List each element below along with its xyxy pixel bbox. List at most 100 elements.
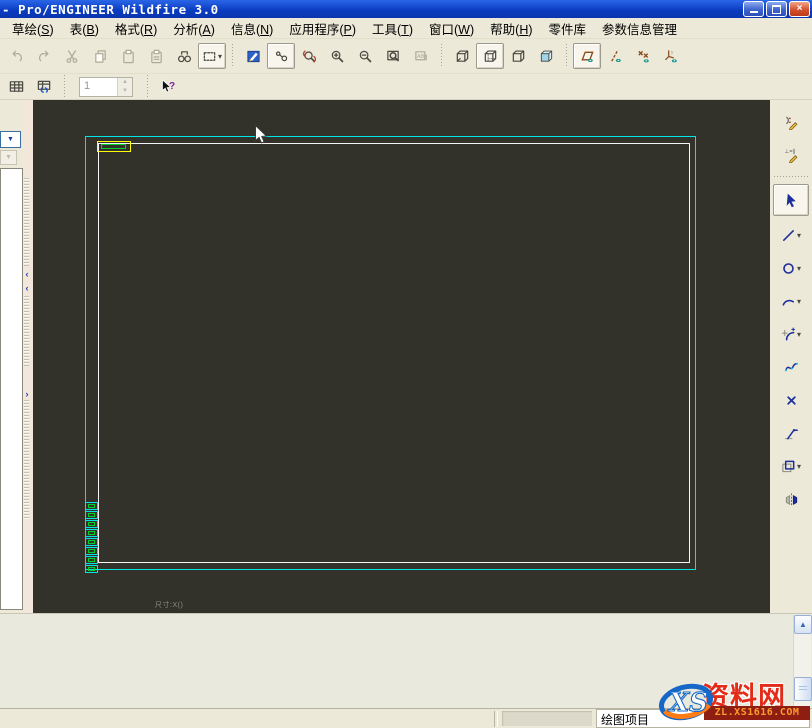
zoom-in-icon bbox=[330, 49, 345, 64]
zoom-fit-icon bbox=[386, 49, 401, 64]
menu-item-5[interactable]: 应用程序(P) bbox=[281, 18, 364, 39]
fillet-tool-button[interactable]: ▾ bbox=[775, 320, 807, 348]
datum-point-icon bbox=[636, 49, 651, 64]
menu-item-8[interactable]: 帮助(H) bbox=[482, 18, 540, 39]
chevron-down-icon: ▼ bbox=[7, 136, 14, 143]
menu-item-9[interactable]: 零件库 bbox=[541, 18, 595, 39]
menu-item-2[interactable]: 格式(R) bbox=[107, 18, 165, 39]
paste-icon bbox=[121, 49, 136, 64]
menu-item-10[interactable]: 参数信息管理 bbox=[594, 18, 685, 39]
sash-handle[interactable] bbox=[24, 178, 29, 266]
svg-text:?: ? bbox=[169, 81, 175, 92]
circle-tool-button[interactable]: ▾ bbox=[775, 254, 807, 282]
offset-tool-button[interactable]: ▾ bbox=[775, 452, 807, 480]
zoom-out-button[interactable] bbox=[351, 43, 379, 69]
table-button[interactable] bbox=[2, 75, 30, 98]
hidden-line-view-button[interactable] bbox=[476, 43, 504, 69]
minimize-icon bbox=[749, 11, 758, 13]
zoom-in-button[interactable] bbox=[323, 43, 351, 69]
line-tool-button[interactable]: ▾ bbox=[775, 221, 807, 249]
repaint-icon bbox=[246, 49, 261, 64]
drawing-canvas[interactable]: 尺寸:X() bbox=[33, 100, 770, 613]
toolbar-separator bbox=[61, 74, 68, 99]
dropdown-arrow-icon[interactable]: ▾ bbox=[797, 462, 801, 471]
datum-axis-toggle[interactable] bbox=[601, 43, 629, 69]
arc-tool-button[interactable]: ▾ bbox=[775, 287, 807, 315]
menu-item-0[interactable]: 草绘(S) bbox=[4, 18, 62, 39]
datum-plane-icon bbox=[580, 49, 595, 64]
app-window: - Pro/ENGINEER Wildfire 3.0 × 草绘(S) 表(B) 格… bbox=[0, 0, 812, 728]
saved-views-button[interactable] bbox=[267, 43, 295, 69]
navigator-strip: ▼ ▼ ‹ ‹ › bbox=[0, 100, 36, 613]
title-block-cell bbox=[85, 520, 98, 528]
minimize-button[interactable] bbox=[743, 1, 764, 17]
sash-handle[interactable] bbox=[24, 296, 29, 366]
datum-csys-icon: y bbox=[664, 49, 679, 64]
title-block-cell bbox=[85, 529, 98, 537]
find-button[interactable] bbox=[170, 43, 198, 69]
collapse-left-icon[interactable]: ‹ bbox=[23, 268, 31, 280]
spinner-value: 1 bbox=[84, 79, 91, 92]
reorient-button[interactable] bbox=[295, 43, 323, 69]
dropdown-arrow-icon[interactable]: ▾ bbox=[797, 264, 801, 273]
menu-item-7[interactable]: 窗口(W) bbox=[421, 18, 482, 39]
select-arrow-icon bbox=[783, 192, 800, 209]
collapse-left-icon[interactable]: ‹ bbox=[23, 282, 31, 294]
find-icon bbox=[177, 49, 192, 64]
watermark-logo-text: XS bbox=[667, 688, 708, 718]
title-block-cell bbox=[85, 565, 98, 573]
menu-item-3[interactable]: 分析(A) bbox=[165, 18, 223, 39]
menu-item-4[interactable]: 信息(N) bbox=[223, 18, 281, 39]
no-hidden-view-button[interactable] bbox=[504, 43, 532, 69]
undo-button bbox=[2, 43, 30, 69]
shaded-view-button[interactable] bbox=[532, 43, 560, 69]
table-entity bbox=[101, 144, 126, 149]
context-help-button[interactable]: ? bbox=[154, 75, 182, 98]
spline-tool-button[interactable] bbox=[775, 353, 807, 381]
arc-icon bbox=[781, 294, 796, 309]
cut-icon bbox=[65, 49, 80, 64]
dropdown-arrow-icon[interactable]: ▾ bbox=[797, 297, 801, 306]
title-block-cell bbox=[85, 556, 98, 564]
table-icon bbox=[9, 79, 24, 94]
datum-point-toggle[interactable] bbox=[629, 43, 657, 69]
title-block-cell bbox=[85, 538, 98, 546]
circle-icon bbox=[781, 261, 796, 276]
restore-button[interactable] bbox=[766, 1, 787, 17]
title-block-entity bbox=[88, 567, 95, 571]
secondary-toolbar: 1 ▲ ▼? bbox=[0, 74, 812, 100]
repaint-button[interactable] bbox=[239, 43, 267, 69]
title-block-entity bbox=[88, 504, 95, 508]
point-tool-button[interactable] bbox=[775, 386, 807, 414]
undo-icon bbox=[9, 49, 24, 64]
navigator-combobox[interactable]: ▼ bbox=[0, 131, 21, 148]
sash-handle[interactable] bbox=[24, 400, 29, 520]
constraints-button[interactable]: ⊥=∥ bbox=[775, 141, 807, 169]
orient-icon bbox=[302, 49, 317, 64]
line-icon bbox=[781, 228, 796, 243]
title-block-entity bbox=[88, 513, 95, 517]
paste-special-icon bbox=[149, 49, 164, 64]
dropdown-arrow-icon[interactable]: ▾ bbox=[797, 231, 801, 240]
close-button[interactable]: × bbox=[789, 1, 810, 17]
cube-nohidden-icon bbox=[511, 49, 526, 64]
mirror-icon bbox=[784, 492, 799, 507]
zoom-fit-button[interactable] bbox=[379, 43, 407, 69]
select-arrow-button[interactable] bbox=[773, 184, 809, 216]
window-title: - Pro/ENGINEER Wildfire 3.0 bbox=[2, 1, 219, 17]
select-rect-button[interactable]: ▾ bbox=[198, 43, 226, 69]
mirror-tool-button[interactable] bbox=[775, 485, 807, 513]
datum-csys-toggle[interactable]: y bbox=[657, 43, 685, 69]
table-update-button[interactable] bbox=[30, 75, 58, 98]
expand-right-icon[interactable]: › bbox=[23, 388, 31, 400]
sketch-references-button[interactable] bbox=[775, 108, 807, 136]
datum-plane-toggle[interactable] bbox=[573, 43, 601, 69]
dropdown-arrow-icon[interactable]: ▾ bbox=[218, 52, 222, 61]
menu-item-6[interactable]: 工具(T) bbox=[364, 18, 421, 39]
chamfer-tool-button[interactable] bbox=[775, 419, 807, 447]
scroll-up-icon[interactable]: ▲ bbox=[794, 615, 812, 634]
menu-item-1[interactable]: 表(B) bbox=[62, 18, 107, 39]
dropdown-arrow-icon[interactable]: ▾ bbox=[797, 330, 801, 339]
wireframe-view-button[interactable] bbox=[448, 43, 476, 69]
navigator-panel[interactable] bbox=[0, 168, 23, 610]
